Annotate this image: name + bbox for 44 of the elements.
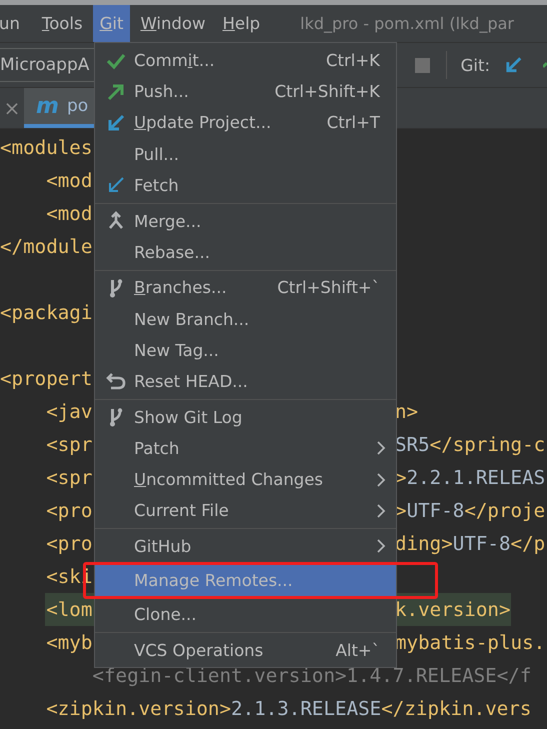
menu-item[interactable]: GitHub	[95, 530, 396, 562]
down-left-arrow-icon	[106, 112, 126, 133]
menu-item[interactable]: Current File	[95, 495, 396, 526]
code-line: <lom	[45, 597, 92, 623]
menu-item[interactable]: Clone...	[95, 599, 396, 630]
stop-icon[interactable]	[415, 58, 430, 72]
menu-item[interactable]: Reset HEAD...	[95, 366, 396, 398]
menu-item[interactable]: Rebase...	[95, 236, 396, 268]
menu-item[interactable]: Fetch	[95, 170, 396, 201]
code-line: n>	[395, 399, 418, 425]
menu-item[interactable]: New Branch...	[95, 304, 396, 335]
code-line: <modules	[0, 135, 92, 161]
close-icon[interactable]: ×	[0, 88, 24, 128]
code-line: <mod	[45, 168, 92, 194]
window-title: lkd_pro - pom.xml (lkd_par	[300, 14, 514, 33]
menu-item[interactable]: Merge...	[95, 205, 396, 237]
code-line: ding>UTF-8</p	[395, 531, 546, 557]
menu-bar-item[interactable]: Window	[133, 5, 212, 42]
menu-item[interactable]: New Tag...	[95, 334, 396, 366]
code-line: <propert	[0, 366, 92, 392]
menu-bar-item[interactable]: Tools	[34, 5, 90, 42]
menu-item[interactable]: Branches... Ctrl+Shift+`	[95, 272, 396, 304]
code-line: <pro	[45, 531, 92, 557]
code-line: SR5</spring-c	[395, 432, 546, 458]
menu-bar-item[interactable]: un	[0, 5, 27, 42]
code-line: <jav	[45, 399, 92, 425]
code-line: <packagi	[0, 300, 92, 326]
code-line: <pro	[45, 498, 92, 524]
menu-item[interactable]: Pull...	[95, 138, 396, 170]
menu-bar-item[interactable]: Help	[216, 5, 268, 42]
code-line: <spr	[45, 432, 92, 458]
code-line: </module	[0, 234, 92, 260]
code-line: <spr	[45, 465, 92, 491]
code-line: <zipkin.version>2.1.3.RELEASE</zipkin.vers	[45, 696, 532, 722]
code-line: <mod	[45, 201, 92, 227]
code-line: mybatis-plus.	[395, 630, 546, 656]
menu-item[interactable]: Show Git Log	[95, 402, 396, 433]
down-left-arrow-icon[interactable]	[504, 55, 524, 75]
code-line: <myb	[45, 630, 92, 656]
menu-item[interactable]: Uncommitted Changes	[95, 464, 396, 496]
menu-item[interactable]: Patch	[95, 432, 396, 464]
code-line: k.version>	[395, 597, 511, 623]
undo-arrow-icon	[106, 371, 126, 392]
git-label: Git:	[460, 56, 490, 74]
